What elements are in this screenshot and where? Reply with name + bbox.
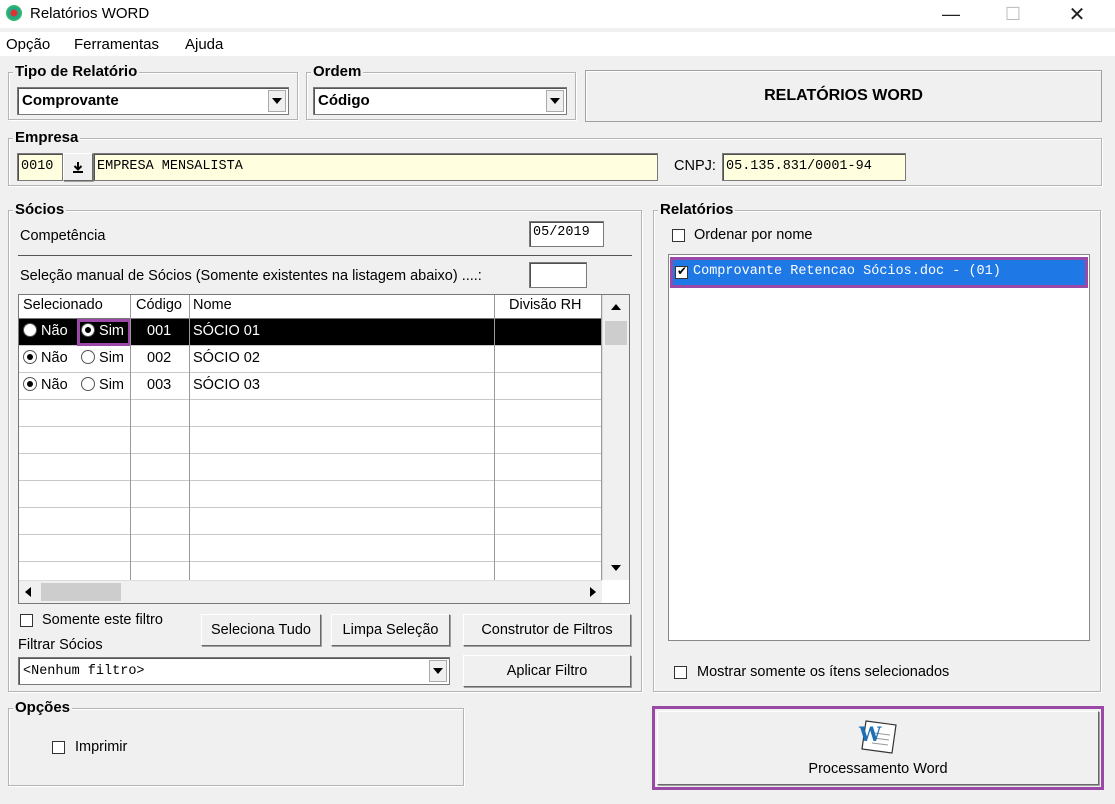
table-row[interactable]: Não Sim 002 SÓCIO 02 [19,346,602,373]
chevron-down-icon[interactable] [268,90,286,112]
horizontal-scrollbar[interactable] [19,580,602,603]
download-icon[interactable] [63,153,93,181]
nome-cell: SÓCIO 03 [193,377,260,393]
scroll-up-icon[interactable] [611,304,621,310]
empresa-name-field[interactable]: EMPRESA MENSALISTA [93,153,658,181]
svg-text:W: W [858,722,882,746]
ordem-group: Ordem Código [306,63,576,120]
tipo-relatorio-title: Tipo de Relatório [13,63,140,81]
table-row [19,400,602,427]
radio-sim[interactable] [81,350,95,364]
opcoes-title: Opções [13,699,73,717]
col-nome[interactable]: Nome [193,297,232,313]
chevron-down-icon[interactable] [429,660,447,682]
processamento-word-label: Processamento Word [808,761,948,777]
table-row [19,454,602,481]
menu-ajuda[interactable]: Ajuda [185,36,223,53]
radio-nao[interactable] [23,377,37,391]
table-row [19,481,602,508]
divider [18,255,632,256]
col-divisao[interactable]: Divisão RH [509,297,582,313]
menu-opcao[interactable]: Opção [6,36,50,53]
competencia-field[interactable]: 05/2019 [529,221,604,247]
app-icon [6,5,22,21]
close-button[interactable]: ✕ [1054,0,1100,28]
scroll-thumb-h[interactable] [41,583,121,601]
radio-sim[interactable] [81,323,95,337]
window-title: Relatórios WORD [30,5,150,22]
chevron-down-icon[interactable] [546,90,564,112]
report-label: Comprovante Retencao Sócios.doc - (01) [693,264,1001,279]
radio-nao[interactable] [23,323,37,337]
imprimir-label: Imprimir [75,739,128,755]
cnpj-label: CNPJ: [674,158,716,174]
ordenar-nome-label: Ordenar por nome [694,227,813,243]
maximize-button[interactable]: ☐ [990,0,1036,28]
construtor-filtros-button[interactable]: Construtor de Filtros [463,614,631,646]
tipo-relatorio-value: Comprovante [22,92,119,109]
codigo-cell: 002 [147,350,172,366]
nome-cell: SÓCIO 01 [193,323,260,339]
aplicar-filtro-button[interactable]: Aplicar Filtro [463,655,631,687]
relatorios-word-banner: RELATÓRIOS WORD [585,70,1102,122]
nome-cell: SÓCIO 02 [193,350,260,366]
word-icon: W [858,720,897,754]
table-row [19,508,602,535]
codigo-cell: 003 [147,377,172,393]
table-row [19,535,602,562]
radio-sim[interactable] [81,377,95,391]
tipo-relatorio-select[interactable]: Comprovante [17,87,289,115]
selecao-manual-label: Seleção manual de Sócios (Somente existe… [20,268,482,284]
seleciona-tudo-button[interactable]: Seleciona Tudo [201,614,321,646]
menu-bar: Opção Ferramentas Ajuda [0,32,1115,56]
ordenar-nome-checkbox[interactable] [672,229,685,242]
processamento-word-button[interactable]: W Processamento Word [657,711,1099,785]
somente-filtro-label: Somente este filtro [42,612,163,628]
title-bar: Relatórios WORD — ☐ ✕ [0,0,1115,28]
ordem-value: Código [318,92,370,109]
somente-filtro-checkbox[interactable] [20,614,33,627]
scroll-right-icon[interactable] [590,587,596,597]
empresa-title: Empresa [13,129,81,147]
limpa-selecao-button[interactable]: Limpa Seleção [331,614,450,646]
imprimir-checkbox[interactable] [52,741,65,754]
socios-grid: Selecionado Código Nome Divisão RH Não S… [18,294,630,604]
selecao-manual-field[interactable] [529,262,587,288]
table-row [19,427,602,454]
ordem-select[interactable]: Código [313,87,567,115]
table-row[interactable]: Não Sim 003 SÓCIO 03 [19,373,602,400]
menu-ferramentas[interactable]: Ferramentas [74,36,159,53]
filtrar-socios-label: Filtrar Sócios [18,637,103,653]
col-selecionado[interactable]: Selecionado [23,297,103,313]
socios-title: Sócios [13,201,67,219]
tipo-relatorio-group: Tipo de Relatório Comprovante [8,63,298,120]
filtro-select[interactable]: <Nenhum filtro> [18,657,450,685]
table-row[interactable]: Não Sim 001 SÓCIO 01 [19,319,602,346]
cnpj-field[interactable]: 05.135.831/0001-94 [722,153,906,181]
competencia-label: Competência [20,228,106,244]
relatorios-title: Relatórios [658,201,736,219]
empresa-code-field[interactable]: 0010 [17,153,63,181]
ordem-title: Ordem [311,63,364,81]
relatorios-list: Comprovante Retencao Sócios.doc - (01) [668,254,1090,641]
mostrar-selecionados-label: Mostrar somente os ítens selecionados [697,664,950,680]
report-checkbox[interactable] [675,264,688,279]
col-codigo[interactable]: Código [136,297,182,313]
scroll-left-icon[interactable] [25,587,31,597]
scroll-down-icon[interactable] [611,565,621,571]
filtro-value: <Nenhum filtro> [23,664,145,679]
list-item[interactable]: Comprovante Retencao Sócios.doc - (01) [673,260,1085,285]
radio-nao[interactable] [23,350,37,364]
vertical-scrollbar[interactable] [602,295,629,580]
codigo-cell: 001 [147,323,172,339]
scroll-thumb[interactable] [605,321,627,345]
mostrar-selecionados-checkbox[interactable] [674,666,687,679]
minimize-button[interactable]: — [928,0,974,28]
empresa-group: Empresa 0010 EMPRESA MENSALISTA CNPJ: 05… [8,129,1102,186]
